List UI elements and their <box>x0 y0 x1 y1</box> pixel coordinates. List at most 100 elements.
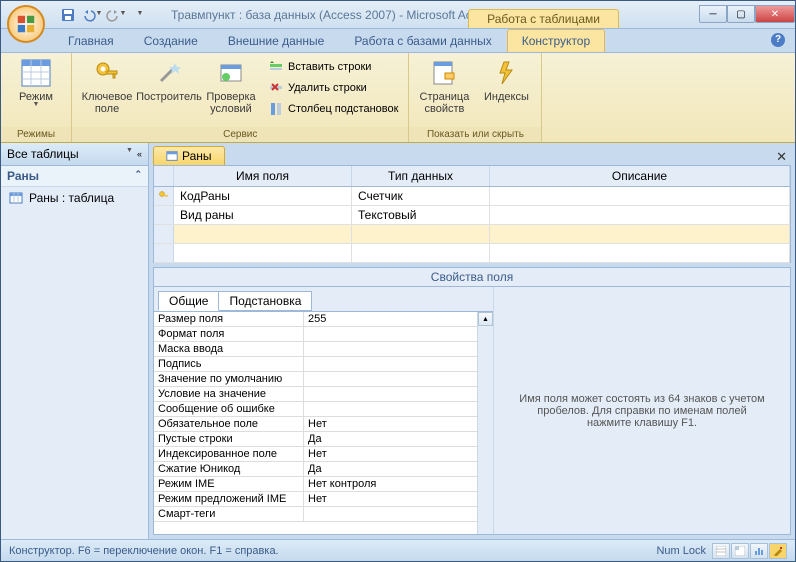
property-value[interactable]: Нет контроля <box>304 477 493 491</box>
redo-button[interactable]: ▼ <box>105 5 127 25</box>
nav-item-table[interactable]: Раны : таблица <box>1 187 148 209</box>
property-value[interactable] <box>304 402 493 416</box>
property-value[interactable] <box>304 507 493 521</box>
row-selector[interactable] <box>154 244 174 262</box>
data-type-cell[interactable]: Текстовый <box>352 206 490 224</box>
primary-key-button[interactable]: Ключевое поле <box>78 55 136 117</box>
property-sheet-button[interactable]: Страница свойств <box>415 55 473 117</box>
document-close-button[interactable]: ✕ <box>776 149 795 165</box>
property-row[interactable]: Индексированное полеНет <box>154 447 493 462</box>
property-row[interactable]: Пустые строкиДа <box>154 432 493 447</box>
property-value[interactable]: 255 <box>304 312 493 326</box>
property-value[interactable]: Да <box>304 432 493 446</box>
nav-filter-icon[interactable]: ▼ <box>126 147 133 159</box>
indexes-button[interactable]: Индексы <box>477 55 535 105</box>
property-value[interactable] <box>304 357 493 371</box>
field-row[interactable]: КодРаны Счетчик <box>154 187 790 206</box>
property-value[interactable] <box>304 372 493 386</box>
property-row[interactable]: Сжатие ЮникодДа <box>154 462 493 477</box>
property-tabs: Общие Подстановка <box>154 287 493 311</box>
property-value[interactable]: Да <box>304 462 493 476</box>
tab-design[interactable]: Конструктор <box>507 29 605 52</box>
description-cell[interactable] <box>490 206 790 224</box>
property-row[interactable]: Маска ввода <box>154 342 493 357</box>
tab-home[interactable]: Главная <box>53 29 129 52</box>
table-icon <box>9 191 23 205</box>
window-controls: ─ ▢ ✕ <box>699 6 795 23</box>
property-row[interactable]: Формат поля <box>154 327 493 342</box>
status-bar: Конструктор. F6 = переключение окон. F1 … <box>1 539 795 561</box>
ribbon: Режим ▼ Режимы Ключевое поле Построитель… <box>1 53 795 143</box>
property-row[interactable]: Размер поля255 <box>154 312 493 327</box>
property-value[interactable] <box>304 387 493 401</box>
property-name: Режим предложений IME <box>154 492 304 506</box>
field-row[interactable] <box>154 244 790 263</box>
property-splitter: Свойства поля <box>153 267 791 287</box>
tab-external-data[interactable]: Внешние данные <box>213 29 340 52</box>
test-validation-button[interactable]: Проверка условий <box>202 55 260 117</box>
property-row[interactable]: Условие на значение <box>154 387 493 402</box>
help-button[interactable]: ? <box>771 33 785 47</box>
save-button[interactable] <box>57 5 79 25</box>
pivotchart-view-button[interactable] <box>750 543 768 559</box>
field-row[interactable] <box>154 225 790 244</box>
col-description[interactable]: Описание <box>490 166 790 186</box>
tab-lookup[interactable]: Подстановка <box>218 291 312 311</box>
property-value[interactable]: Нет <box>304 447 493 461</box>
property-row[interactable]: Подпись <box>154 357 493 372</box>
view-button[interactable]: Режим ▼ <box>7 55 65 110</box>
tab-general[interactable]: Общие <box>158 291 219 311</box>
field-name-cell[interactable]: Вид раны <box>174 206 352 224</box>
col-field-name[interactable]: Имя поля <box>174 166 352 186</box>
property-value[interactable] <box>304 327 493 341</box>
delete-rows-button[interactable]: Удалить строки <box>264 78 402 98</box>
minimize-button[interactable]: ─ <box>699 5 727 23</box>
qat-customize[interactable]: ▼ <box>129 5 151 25</box>
col-data-type[interactable]: Тип данных <box>352 166 490 186</box>
property-value[interactable]: Нет <box>304 417 493 431</box>
property-name: Режим IME <box>154 477 304 491</box>
row-selector[interactable] <box>154 187 174 205</box>
property-help-pane: Имя поля может состоять из 64 знаков с у… <box>494 287 790 534</box>
nav-pane-header[interactable]: Все таблицы ▼« <box>1 143 148 166</box>
datasheet-view-button[interactable] <box>712 543 730 559</box>
office-button[interactable] <box>7 5 45 43</box>
document-tab[interactable]: Раны <box>153 146 225 165</box>
undo-button[interactable]: ▼ <box>81 5 103 25</box>
property-row[interactable]: Сообщение об ошибке <box>154 402 493 417</box>
window-title: Травмпункт : база данных (Access 2007) -… <box>171 8 468 22</box>
field-name-cell[interactable]: КодРаны <box>174 187 352 205</box>
field-properties: Общие Подстановка ▲ Размер поля255Формат… <box>153 287 791 535</box>
nav-collapse-icon[interactable]: « <box>137 149 142 159</box>
tab-create[interactable]: Создание <box>129 29 213 52</box>
scroll-up-button[interactable]: ▲ <box>478 312 493 326</box>
property-name: Значение по умолчанию <box>154 372 304 386</box>
maximize-button[interactable]: ▢ <box>727 5 755 23</box>
property-row[interactable]: Значение по умолчанию <box>154 372 493 387</box>
pivottable-view-button[interactable] <box>731 543 749 559</box>
property-row[interactable]: Смарт-теги <box>154 507 493 522</box>
property-row[interactable]: Режим IMEНет контроля <box>154 477 493 492</box>
data-type-cell[interactable]: Счетчик <box>352 187 490 205</box>
property-name: Пустые строки <box>154 432 304 446</box>
design-view-button[interactable] <box>769 543 787 559</box>
table-icon <box>166 150 178 162</box>
property-row[interactable]: Обязательное полеНет <box>154 417 493 432</box>
lookup-column-button[interactable]: Столбец подстановок <box>264 99 402 119</box>
row-selector[interactable] <box>154 225 174 243</box>
property-value[interactable] <box>304 342 493 356</box>
description-cell[interactable] <box>490 187 790 205</box>
scrollbar[interactable]: ▲ <box>477 312 493 534</box>
app-window: ▼ ▼ ▼ Травмпункт : база данных (Access 2… <box>0 0 796 562</box>
property-row[interactable]: Режим предложений IMEНет <box>154 492 493 507</box>
property-value[interactable]: Нет <box>304 492 493 506</box>
nav-group-header[interactable]: Раны ⌃ <box>1 166 148 187</box>
row-selector[interactable] <box>154 206 174 224</box>
insert-rows-button[interactable]: Вставить строки <box>264 57 402 77</box>
close-button[interactable]: ✕ <box>755 5 795 23</box>
tab-database-tools[interactable]: Работа с базами данных <box>339 29 506 52</box>
field-row[interactable]: Вид раны Текстовый <box>154 206 790 225</box>
ribbon-tab-strip: Главная Создание Внешние данные Работа с… <box>1 29 795 53</box>
builder-button[interactable]: Построитель <box>140 55 198 105</box>
ribbon-group-tools: Ключевое поле Построитель Проверка услов… <box>72 53 409 142</box>
